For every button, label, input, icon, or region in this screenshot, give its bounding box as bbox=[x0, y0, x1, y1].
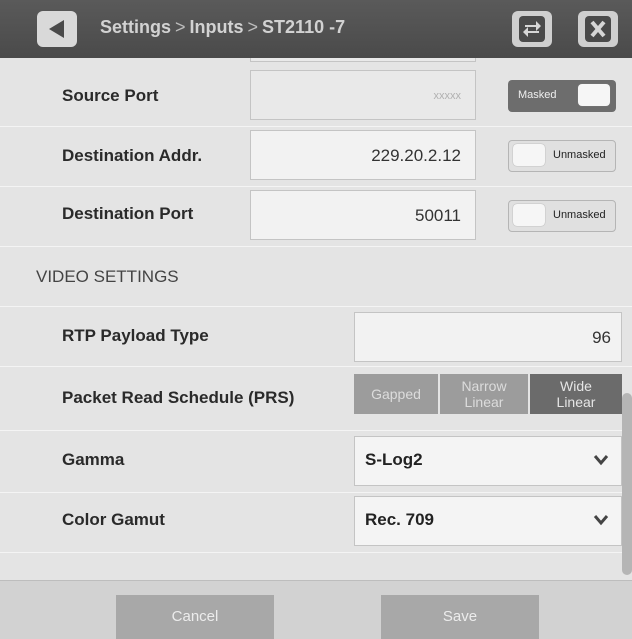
cancel-button[interactable]: Cancel bbox=[116, 595, 274, 639]
swap-icon bbox=[519, 16, 545, 42]
rtp-payload-label: RTP Payload Type bbox=[62, 326, 209, 345]
prs-option-wide-linear[interactable]: Wide Linear bbox=[530, 374, 622, 414]
source-port-field: xxxxx bbox=[250, 70, 476, 120]
destination-addr-label: Destination Addr. bbox=[62, 146, 203, 165]
rtp-payload-row: RTP Payload Type 96 bbox=[0, 306, 632, 367]
back-button[interactable] bbox=[37, 11, 77, 47]
breadcrumb-current: ST2110 -7 bbox=[262, 17, 346, 37]
video-settings-header: VIDEO SETTINGS bbox=[0, 246, 632, 307]
toggle-label: Unmasked bbox=[553, 149, 606, 161]
prs-option-narrow-linear[interactable]: Narrow Linear bbox=[440, 374, 528, 414]
toggle-knob bbox=[513, 204, 545, 226]
breadcrumb: Settings > Inputs > ST2110 -7 bbox=[100, 17, 345, 38]
section-title: VIDEO SETTINGS bbox=[36, 267, 179, 286]
breadcrumb-settings[interactable]: Settings bbox=[100, 17, 171, 37]
destination-port-mask-toggle[interactable]: Unmasked bbox=[508, 200, 616, 232]
source-port-label: Source Port bbox=[62, 86, 159, 105]
color-gamut-row: Color Gamut Rec. 709 bbox=[0, 492, 632, 553]
footer-bar: Cancel Save bbox=[0, 580, 632, 639]
chevron-down-icon bbox=[593, 455, 609, 466]
toggle-label: Unmasked bbox=[553, 209, 606, 221]
color-gamut-label: Color Gamut bbox=[62, 510, 165, 529]
gamma-label: Gamma bbox=[62, 450, 125, 469]
breadcrumb-separator: > bbox=[175, 17, 186, 37]
destination-addr-input[interactable]: 229.20.2.12 bbox=[250, 130, 476, 180]
scrollbar[interactable] bbox=[622, 393, 632, 575]
option-label: Gapped bbox=[371, 386, 421, 402]
breadcrumb-separator: > bbox=[247, 17, 259, 37]
source-port-mask-toggle[interactable]: Masked bbox=[508, 80, 616, 112]
color-gamut-select[interactable]: Rec. 709 bbox=[354, 496, 622, 546]
destination-port-input[interactable]: 50011 bbox=[250, 190, 476, 240]
toggle-knob bbox=[578, 84, 610, 106]
destination-port-row: Destination Port 50011 Unmasked bbox=[0, 186, 632, 247]
source-port-row: Source Port xxxxx Masked bbox=[0, 66, 632, 127]
close-button[interactable] bbox=[578, 11, 618, 47]
prs-segmented-control: Gapped Narrow Linear Wide Linear bbox=[354, 374, 622, 414]
prs-row: Packet Read Schedule (PRS) Gapped Narrow… bbox=[0, 366, 632, 431]
gamma-select[interactable]: S-Log2 bbox=[354, 436, 622, 486]
option-label: Narrow Linear bbox=[461, 378, 507, 410]
color-gamut-value: Rec. 709 bbox=[365, 510, 434, 529]
prs-label: Packet Read Schedule (PRS) bbox=[62, 388, 295, 407]
destination-port-label: Destination Port bbox=[62, 204, 194, 223]
breadcrumb-inputs[interactable]: Inputs bbox=[190, 17, 244, 37]
gamma-value: S-Log2 bbox=[365, 450, 423, 469]
swap-button[interactable] bbox=[512, 11, 552, 47]
settings-panel: Source Port xxxxx Masked Destination Add… bbox=[0, 58, 632, 580]
title-bar: Settings > Inputs > ST2110 -7 bbox=[0, 0, 632, 58]
gamma-row: Gamma S-Log2 bbox=[0, 430, 632, 493]
destination-addr-mask-toggle[interactable]: Unmasked bbox=[508, 140, 616, 172]
save-button[interactable]: Save bbox=[381, 595, 539, 639]
destination-addr-row: Destination Addr. 229.20.2.12 Unmasked bbox=[0, 126, 632, 187]
toggle-knob bbox=[513, 144, 545, 166]
prs-option-gapped[interactable]: Gapped bbox=[354, 374, 438, 414]
rtp-payload-input[interactable]: 96 bbox=[354, 312, 622, 362]
option-label: Wide Linear bbox=[556, 378, 596, 410]
toggle-label: Masked bbox=[518, 89, 557, 101]
chevron-down-icon bbox=[593, 515, 609, 526]
partial-field bbox=[250, 58, 476, 62]
back-arrow-icon bbox=[49, 20, 64, 38]
close-icon bbox=[585, 16, 611, 42]
